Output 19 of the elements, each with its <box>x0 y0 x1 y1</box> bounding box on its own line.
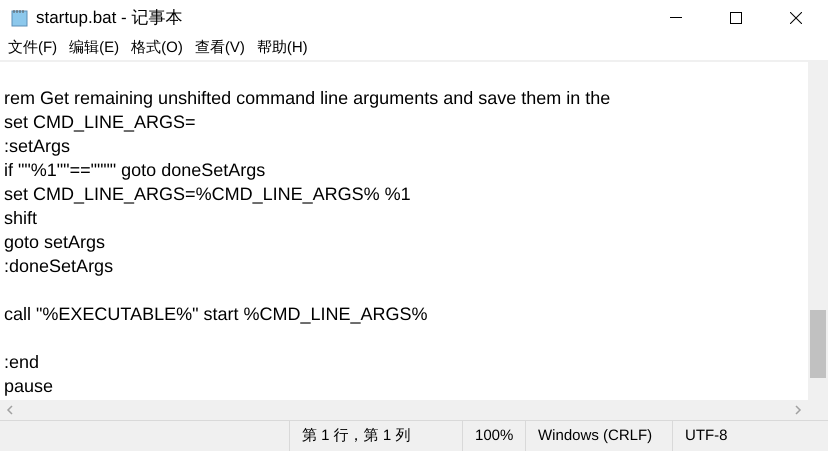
menu-item[interactable]: 查看(V) <box>188 36 251 60</box>
scroll-right-icon[interactable] <box>794 405 802 415</box>
scroll-left-icon[interactable] <box>6 405 14 415</box>
status-text: Windows (CRLF) <box>525 421 672 451</box>
scrollbar-thumb[interactable] <box>810 310 826 378</box>
maximize-icon <box>730 12 742 24</box>
status-text: 100% <box>462 421 525 451</box>
menu-item[interactable]: 文件(F) <box>2 36 64 60</box>
status-text: UTF-8 <box>672 421 812 451</box>
menu-item[interactable]: 格式(O) <box>125 36 189 60</box>
status-text: 第 1 行，第 1 列 <box>289 421 462 451</box>
minimize-icon <box>670 17 682 19</box>
vertical-scrollbar[interactable] <box>808 62 828 400</box>
close-icon <box>790 12 802 24</box>
notepad-icon <box>11 9 28 27</box>
menu-item[interactable]: 帮助(H) <box>250 36 314 60</box>
text-editor[interactable]: rem Get remaining unshifted command line arguments and save them in the set CMD_LINE_ARGS= :setArgs if ""%1""=="""" goto doneSetArgs set CMD_LINE_ARGS=%CMD_LINE_ARGS% %1 shift goto setArgs :doneSetArgs call "%EXECUTABLE%" start %CMD_LINE_ARGS% :end pause <box>0 62 808 400</box>
menu-item[interactable]: 编辑(E) <box>63 36 126 60</box>
window-title: startup.bat - 记事本 <box>36 7 182 30</box>
